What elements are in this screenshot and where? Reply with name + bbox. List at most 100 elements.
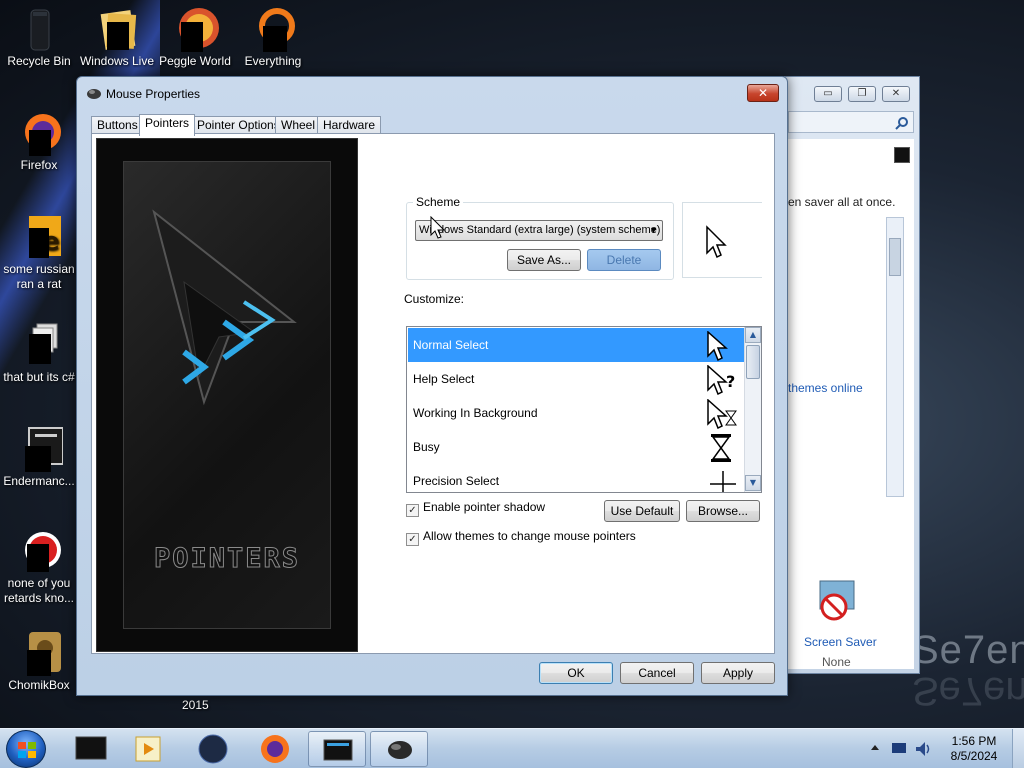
close-button[interactable]: ✕ [882,86,910,102]
help-icon[interactable] [894,147,910,163]
desktop-icon-label: ChomikBox [8,678,70,692]
wallpaper-logo-reflection: Se7en [912,669,1024,713]
description-text: en saver all at once. [788,195,896,209]
scroll-down-icon[interactable]: ▼ [745,475,761,491]
mouse-properties-icon [388,741,412,759]
desktop-icon-shortcut-4[interactable]: none of you retards kno... [0,528,78,606]
crosshair-cursor-icon [710,471,736,492]
desktop-icon-recycle-bin[interactable]: Recycle Bin [0,6,78,69]
tab-pointers[interactable]: Pointers [139,114,196,136]
desktop-icon-label: Recycle Bin [7,54,71,68]
checkbox-icon[interactable]: ✓ [406,504,419,517]
shortcut-icon: e [15,214,63,258]
windows-logo-icon [18,742,36,758]
desktop-icon-label: some russian ran a rat [3,262,75,291]
pointer-scheme-artwork: POINTERS [96,138,358,652]
control-panel-content: en saver all at once. themes online Scre… [788,139,914,669]
list-scrollbar[interactable]: ▲ ▼ [744,327,761,492]
network-icon[interactable] [890,741,908,755]
taskbar: 1:56 PM 8/5/2024 [0,728,1024,768]
list-item[interactable]: Help Select ? [408,362,744,396]
chomikbox-icon [15,630,63,676]
desktop-icon-peggle-world[interactable]: Peggle World [156,6,234,69]
dialog-title: Mouse Properties [106,87,201,101]
desktop-icon-label: none of you retards kno... [3,576,75,605]
list-item[interactable]: Precision Select [408,464,744,492]
apply-button[interactable]: Apply [701,662,775,684]
taskbar-app-monitor[interactable] [308,731,366,767]
media-player-icon [135,736,161,762]
volume-icon[interactable] [914,741,932,757]
desktop-icon-shortcut-2[interactable]: that but its c# [0,322,78,385]
pointers-wordmark: POINTERS [153,543,301,575]
scroll-up-icon[interactable]: ▲ [745,327,761,343]
desktop-icon-label: Firefox [20,158,58,172]
media-center-icon [75,736,107,760]
dialog-titlebar[interactable]: Mouse Properties ✕ [77,77,787,107]
list-item[interactable]: Working In Background [408,396,744,430]
firefox-icon [15,110,63,156]
search-input[interactable] [788,111,914,133]
desktop-icon-shortcut-3[interactable]: Endermanc... [0,426,78,489]
globe-icon [198,734,228,764]
arrow-cursor-icon [707,331,728,361]
shortcut-icon [15,528,63,572]
desktop-icon-label: Everything [244,54,302,68]
search-icon [895,117,908,130]
system-clock[interactable]: 1:56 PM 8/5/2024 [944,734,1004,764]
cursor-list[interactable]: Normal Select Help Select ? Working In B… [406,326,762,493]
allow-themes-checkbox[interactable]: ✓ Allow themes to change mouse pointers [406,529,636,546]
show-hidden-icons-icon[interactable] [870,741,880,755]
scheme-dropdown[interactable]: Windows Standard (extra large) (system s… [415,220,663,241]
chevron-down-icon: ▼ [649,225,658,235]
mouse-icon [87,89,101,99]
desktop-icon-windows-live[interactable]: Windows Live [78,6,156,69]
use-default-button[interactable]: Use Default [604,500,680,522]
pointers-panel: POINTERS Scheme Windows Standard (extra … [91,133,775,654]
screen-saver-label[interactable]: Screen Saver [804,635,877,649]
save-as-button[interactable]: Save As... [507,249,581,271]
delete-button[interactable]: Delete [587,249,661,271]
control-panel-window[interactable]: ▭ ❐ ✕ en saver all at once. themes onlin… [784,76,920,674]
browse-button[interactable]: Browse... [686,500,760,522]
working-cursor-icon [707,399,737,429]
desktop-icon-firefox[interactable]: Firefox [0,110,78,173]
desktop-icon-everything[interactable]: Everything [234,6,312,69]
taskbar-app-globe[interactable] [184,731,242,767]
cancel-button[interactable]: Cancel [620,662,694,684]
start-button[interactable] [6,730,46,768]
list-item[interactable]: Busy [408,430,744,464]
shortcut-icon [15,426,64,472]
windows-live-icon [93,6,141,50]
scrollbar[interactable] [886,217,904,497]
cursor-preview [682,202,762,278]
clock-date: 8/5/2024 [950,749,998,763]
customize-label: Customize: [404,292,465,306]
mouse-properties-dialog[interactable]: Mouse Properties ✕ Buttons Pointers Poin… [76,76,788,696]
taskbar-app-media-player[interactable] [122,731,180,767]
taskbar-app-mouse-properties[interactable] [370,731,428,767]
scheme-selected-value: Windows Standard (extra large) (system s… [419,224,661,236]
hourglass-cursor-icon [711,434,731,462]
screen-saver-icon [819,580,855,621]
desktop-icon-label: Peggle World [159,54,231,68]
checkbox-icon[interactable]: ✓ [406,533,419,546]
taskbar-app-media-center[interactable] [62,731,120,767]
ok-button[interactable]: OK [539,662,613,684]
svg-text:?: ? [726,372,735,391]
desktop-icon-shortcut-1[interactable]: e some russian ran a rat [0,214,78,292]
taskbar-app-firefox[interactable] [246,731,304,767]
desktop-icon-label: 2015 [182,698,209,712]
close-button[interactable]: ✕ [747,84,779,102]
firefox-icon [261,735,289,763]
minimize-button[interactable]: ▭ [814,86,842,102]
show-desktop-button[interactable] [1012,729,1024,768]
maximize-button[interactable]: ❐ [848,86,876,102]
pointer-artwork-icon [152,209,297,406]
everything-search-icon [249,6,297,52]
themes-online-link[interactable]: themes online [788,381,863,395]
scroll-thumb[interactable] [746,345,760,379]
enable-pointer-shadow-checkbox[interactable]: ✓ Enable pointer shadow [406,500,545,517]
desktop-icon-chomikbox[interactable]: ChomikBox [0,630,78,693]
list-item[interactable]: Normal Select [408,328,744,362]
